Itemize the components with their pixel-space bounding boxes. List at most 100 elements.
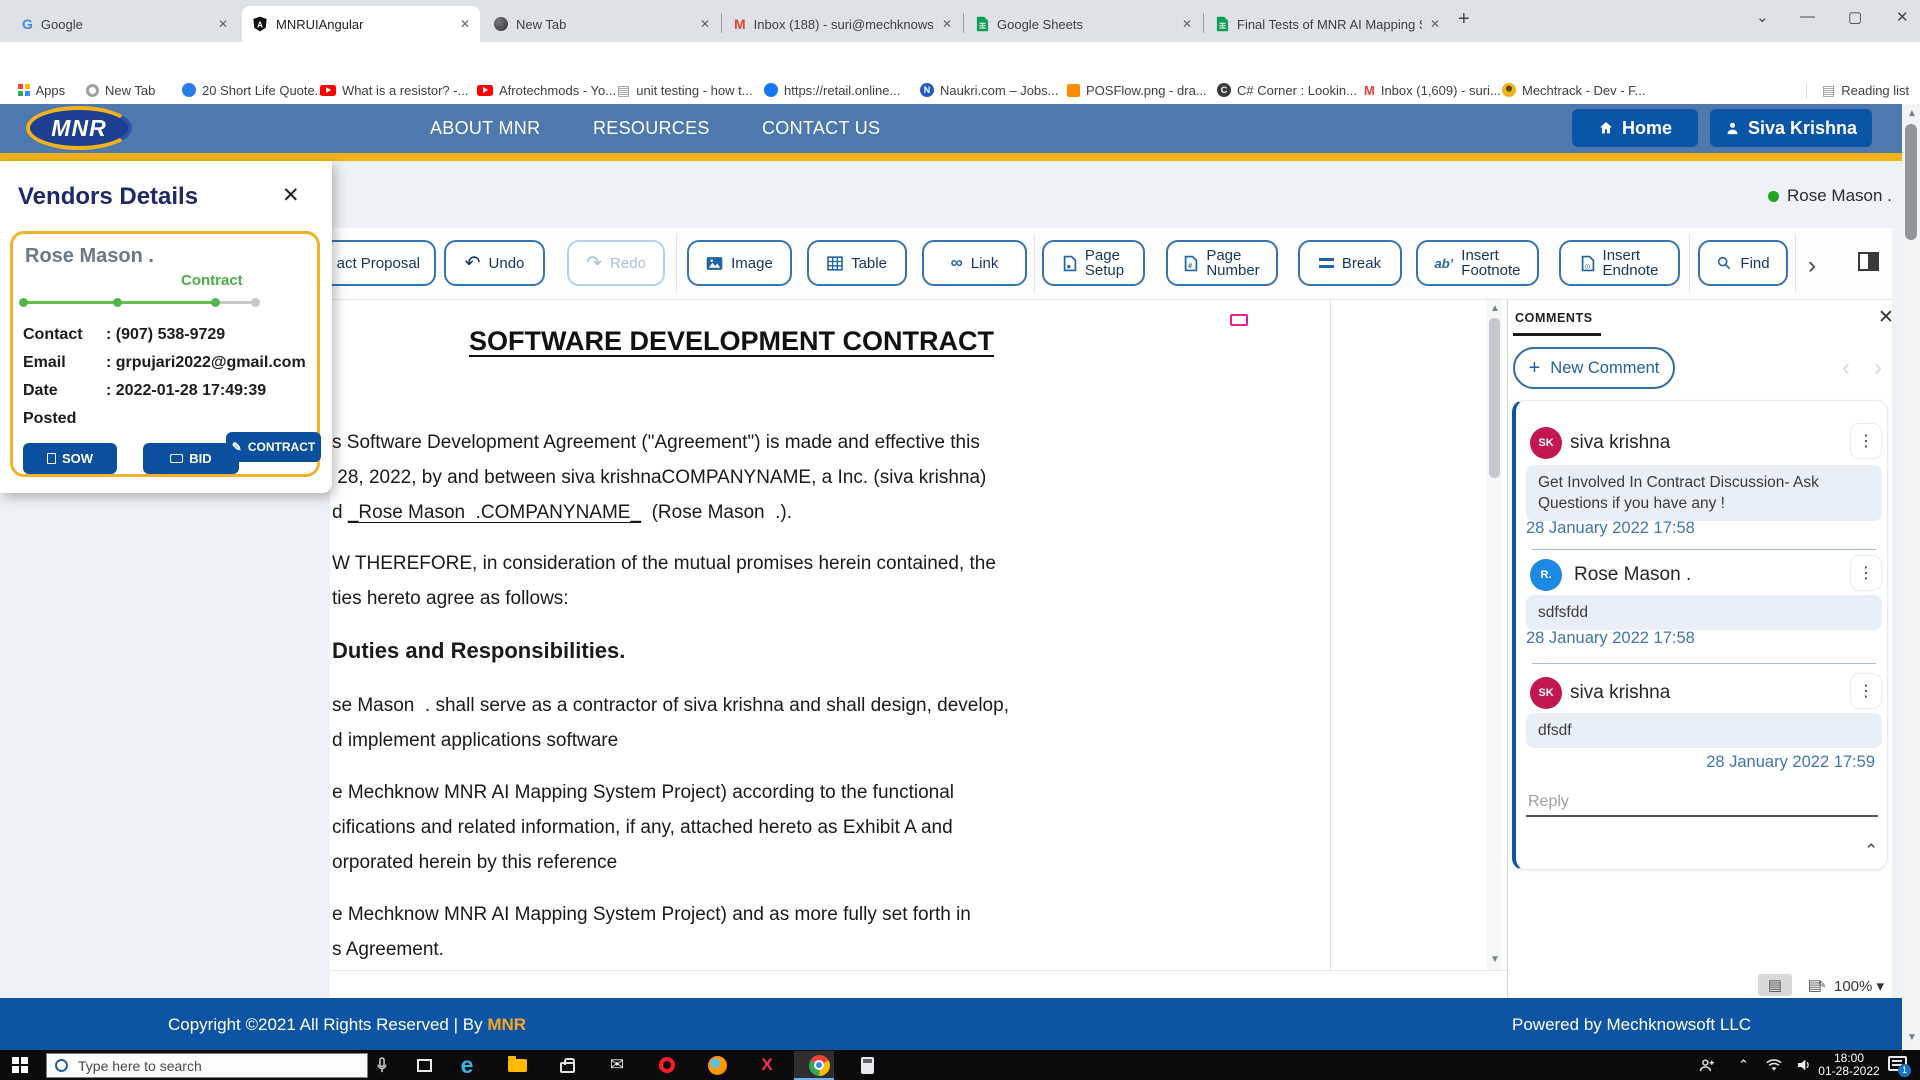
page-number-button[interactable]: # PageNumber [1166, 240, 1278, 286]
new-tab-button[interactable]: + [1458, 8, 1470, 31]
browser-scrollbar[interactable]: ▲ ▼ [1902, 104, 1920, 1050]
task-view-icon[interactable] [412, 1053, 436, 1077]
wifi-icon[interactable] [1762, 1053, 1786, 1077]
footer-brand-link[interactable]: MNR [487, 1015, 526, 1034]
bookmark-resistor-video[interactable]: What is a resistor? -... [320, 80, 468, 100]
insert-footnote-button[interactable]: ab’ InsertFootnote [1416, 240, 1539, 286]
file-explorer-icon[interactable] [502, 1053, 532, 1077]
taskbar-search[interactable] [46, 1053, 368, 1078]
comments-close-icon[interactable]: ✕ [1878, 306, 1892, 329]
opera-icon[interactable] [652, 1053, 682, 1077]
collapse-chevron-icon[interactable]: ⌃ [1864, 841, 1878, 861]
undo-button[interactable]: ↶ Undo [444, 240, 545, 286]
reply-input[interactable] [1526, 789, 1878, 817]
firefox-icon[interactable] [702, 1053, 732, 1077]
bookmark-inbox[interactable]: M Inbox (1,609) - suri... [1364, 80, 1501, 100]
taskbar-clock[interactable]: 18:00 01-28-2022 [1816, 1052, 1882, 1078]
bookmark-quotes[interactable]: 20 Short Life Quote... [182, 80, 326, 100]
toolbar-overflow-chevron-icon[interactable]: › [1808, 252, 1816, 280]
people-icon[interactable] [1694, 1053, 1720, 1077]
nav-resources[interactable]: RESOURCES [593, 118, 710, 139]
reading-list-button[interactable]: ▤ Reading list [1822, 80, 1909, 100]
comments-next-icon[interactable]: › [1874, 354, 1882, 382]
bookmark-new-tab[interactable]: New Tab [86, 80, 155, 100]
bookmark-apps[interactable]: Apps [18, 80, 65, 100]
tab-google[interactable]: G Google ✕ [12, 6, 238, 42]
home-button[interactable]: Home [1572, 109, 1698, 147]
tab-close-icon[interactable]: ✕ [1430, 17, 1440, 31]
scroll-down-icon[interactable]: ▼ [1490, 954, 1500, 965]
calculator-icon[interactable] [852, 1053, 882, 1077]
zoom-control[interactable]: 100% ▾ [1834, 977, 1884, 995]
search-input[interactable] [78, 1058, 318, 1074]
tab-close-icon[interactable]: ✕ [460, 17, 470, 31]
tab-close-icon[interactable]: ✕ [700, 17, 710, 31]
comment-menu-button[interactable]: ⋮ [1850, 555, 1882, 591]
site-favicon [764, 83, 778, 97]
insert-endnote-button[interactable]: (i) InsertEndnote [1559, 240, 1680, 286]
vendors-panel-close-icon[interactable]: ✕ [282, 183, 300, 208]
volume-icon[interactable] [1792, 1053, 1816, 1077]
nav-contact-us[interactable]: CONTACT US [762, 118, 880, 139]
bookmark-naukri[interactable]: N Naukri.com – Jobs... [920, 80, 1059, 100]
bookmark-csharp-corner[interactable]: C C# Corner : Lookin... [1217, 80, 1357, 100]
x-app-icon[interactable]: X [752, 1053, 782, 1077]
tab-google-sheets[interactable]: Google Sheets ✕ [966, 6, 1202, 42]
side-panel-toggle-icon[interactable] [1858, 252, 1879, 271]
new-comment-button[interactable]: + New Comment [1513, 347, 1675, 389]
comment-marker[interactable] [1230, 314, 1248, 326]
print-layout-icon[interactable]: ▤ [1758, 974, 1792, 996]
tab-close-icon[interactable]: ✕ [1182, 17, 1192, 31]
document-scrollbar-thumb[interactable] [1489, 318, 1500, 478]
redo-button[interactable]: ↷ Redo [567, 240, 665, 286]
profile-caret-icon[interactable]: ⌄ [1756, 8, 1769, 26]
nav-about-mnr[interactable]: ABOUT MNR [430, 118, 540, 139]
tab-close-icon[interactable]: ✕ [942, 17, 952, 31]
tab-mnruiangular[interactable]: A MNRUIAngular ✕ [242, 6, 480, 42]
microphone-icon[interactable] [372, 1053, 392, 1077]
tab-new-tab[interactable]: New Tab ✕ [484, 6, 720, 42]
scroll-up-icon[interactable]: ▲ [1907, 108, 1917, 119]
chrome-icon[interactable] [804, 1053, 834, 1077]
start-button[interactable] [12, 1057, 28, 1073]
progress-dot[interactable] [19, 298, 28, 307]
find-button[interactable]: Find [1698, 240, 1788, 286]
contract-proposal-button[interactable]: act Proposal [330, 240, 436, 286]
comment-menu-button[interactable]: ⋮ [1850, 423, 1882, 459]
browser-scrollbar-thumb[interactable] [1905, 124, 1917, 240]
tab-final-tests-sheet[interactable]: Final Tests of MNR AI Mapping S ✕ [1206, 6, 1450, 42]
edge-icon[interactable]: e [452, 1053, 482, 1077]
break-button[interactable]: Break [1298, 240, 1402, 286]
button-label: Table [851, 255, 887, 272]
window-close-button[interactable]: ✕ [1896, 8, 1909, 26]
bookmark-afrotechmods[interactable]: Afrotechmods - Yo... [477, 80, 616, 100]
store-icon[interactable] [552, 1053, 582, 1077]
sow-button[interactable]: SOW [23, 443, 117, 474]
page-setup-button[interactable]: PageSetup [1042, 240, 1145, 286]
progress-dot[interactable] [251, 298, 260, 307]
contract-button[interactable]: ✎CONTRACT [226, 432, 321, 462]
progress-dot[interactable] [113, 298, 122, 307]
web-layout-icon[interactable]: ▤✎ [1800, 974, 1834, 996]
comments-prev-icon[interactable]: ‹ [1842, 354, 1850, 382]
bid-button[interactable]: BID [143, 443, 239, 474]
tab-close-icon[interactable]: ✕ [218, 17, 228, 31]
mail-icon[interactable]: ✉ [602, 1053, 632, 1077]
bookmark-posflow[interactable]: POSFlow.png - dra... [1067, 80, 1207, 100]
window-maximize-button[interactable]: ▢ [1848, 8, 1862, 26]
window-minimize-button[interactable]: — [1800, 8, 1815, 25]
scroll-up-icon[interactable]: ▲ [1490, 303, 1500, 314]
link-button[interactable]: ∞ Link [922, 240, 1027, 286]
table-button[interactable]: Table [807, 240, 907, 286]
image-button[interactable]: Image [687, 240, 792, 286]
bookmark-mechtrack[interactable]: Mechtrack - Dev - F... [1502, 80, 1646, 100]
progress-dot[interactable] [211, 298, 220, 307]
tab-gmail-inbox[interactable]: M Inbox (188) - suri@mechknowsof ✕ [724, 6, 962, 42]
user-button[interactable]: Siva Krishna [1710, 109, 1872, 147]
bookmark-retail-online[interactable]: https://retail.online... [764, 80, 900, 100]
bookmark-unit-testing[interactable]: ▤ unit testing - how t... [617, 80, 753, 100]
mnr-logo[interactable]: MNR [26, 106, 132, 150]
comment-menu-button[interactable]: ⋮ [1850, 673, 1882, 709]
tray-expand-chevron-icon[interactable]: ⌃ [1738, 1057, 1749, 1073]
scroll-down-icon[interactable]: ▼ [1907, 1032, 1917, 1043]
